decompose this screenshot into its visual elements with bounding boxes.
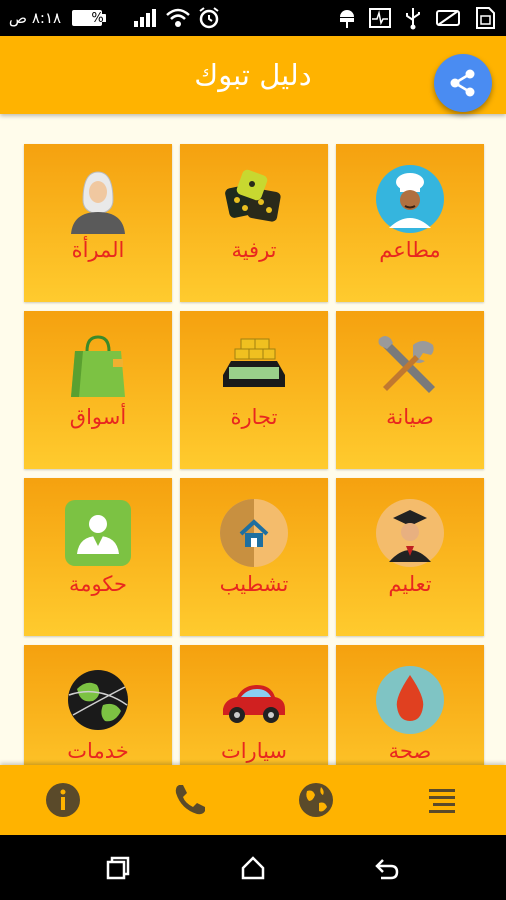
money-icon <box>223 338 285 387</box>
blood-drop-icon <box>376 666 444 734</box>
recents-icon <box>106 856 130 879</box>
tile-government[interactable]: حكومة <box>24 478 172 636</box>
tile-label: صيانة <box>386 405 434 429</box>
tile-finishing[interactable]: تشطيب <box>180 478 328 636</box>
tile-label: ترفية <box>231 238 277 262</box>
tile-label: سيارات <box>220 739 288 763</box>
tile-cars[interactable]: سيارات <box>180 645 328 765</box>
sim-icon <box>470 0 500 36</box>
share-button[interactable] <box>434 54 492 112</box>
back-button[interactable] <box>352 835 422 900</box>
recents-button[interactable] <box>83 835 153 900</box>
pulse-monitor-icon <box>366 0 394 36</box>
website-button[interactable] <box>276 765 356 835</box>
tile-education[interactable]: تعليم <box>336 478 484 636</box>
battery-text: %١٠٠ <box>90 0 126 36</box>
app-bar: دليل تبوك <box>0 36 506 114</box>
tile-maintenance[interactable]: صيانة <box>336 311 484 469</box>
phone-icon <box>175 785 205 815</box>
status-time: ٨:١٨ ص <box>4 0 66 36</box>
home-button[interactable] <box>218 835 288 900</box>
menu-icon <box>429 789 455 813</box>
share-icon <box>450 69 475 97</box>
chef-icon <box>376 165 444 233</box>
graduate-icon <box>376 499 444 567</box>
app-title: دليل تبوك <box>194 58 312 92</box>
battery-percent: %١٠٠ <box>91 10 125 26</box>
tile-women[interactable]: المرأة <box>24 144 172 302</box>
tile-label: تعليم <box>388 572 432 596</box>
back-icon <box>375 858 399 879</box>
status-bar: ٨:١٨ ص %١٠٠ <box>0 0 506 36</box>
government-user-icon <box>65 500 131 566</box>
globe-icon <box>299 783 333 817</box>
tile-restaurants[interactable]: مطاعم <box>336 144 484 302</box>
system-navigation-bar <box>0 835 506 900</box>
tile-entertainment[interactable]: ترفية <box>180 144 328 302</box>
status-time-text: ٨:١٨ ص <box>8 9 62 27</box>
tile-label: المرأة <box>71 238 125 262</box>
tile-health[interactable]: صحة <box>336 645 484 765</box>
tile-services[interactable]: خدمات <box>24 645 172 765</box>
tools-icon <box>378 336 435 393</box>
tile-label: حكومة <box>69 572 127 596</box>
bottom-bar <box>0 765 506 835</box>
alarm-icon <box>194 0 224 36</box>
tile-label: تشطيب <box>219 572 289 596</box>
no-sim-icon <box>432 0 464 36</box>
tile-commerce[interactable]: تجارة <box>180 311 328 469</box>
shopping-bag-icon <box>71 335 125 397</box>
woman-icon <box>71 171 125 234</box>
tile-label: تجارة <box>230 405 278 429</box>
tile-label: صحة <box>388 739 432 763</box>
tile-markets[interactable]: أسواق <box>24 311 172 469</box>
home-icon <box>241 855 265 879</box>
globe-network-icon <box>68 670 128 730</box>
android-debug-icon <box>334 0 360 36</box>
dice-icon <box>225 169 281 222</box>
tile-label: مطاعم <box>379 238 441 262</box>
info-icon <box>46 783 80 817</box>
categories-grid: مطاعم ترفية المرأة صيانة تجارة أسواق تعل… <box>0 114 506 765</box>
info-button[interactable] <box>23 765 103 835</box>
phone-button[interactable] <box>150 765 230 835</box>
tile-label: خدمات <box>67 739 129 763</box>
wifi-icon <box>162 0 194 36</box>
home-finishing-icon <box>220 499 288 567</box>
menu-button[interactable] <box>402 765 482 835</box>
signal-icon <box>130 0 162 36</box>
car-icon <box>223 685 285 723</box>
tile-label: أسواق <box>69 405 127 429</box>
usb-icon <box>400 0 426 36</box>
